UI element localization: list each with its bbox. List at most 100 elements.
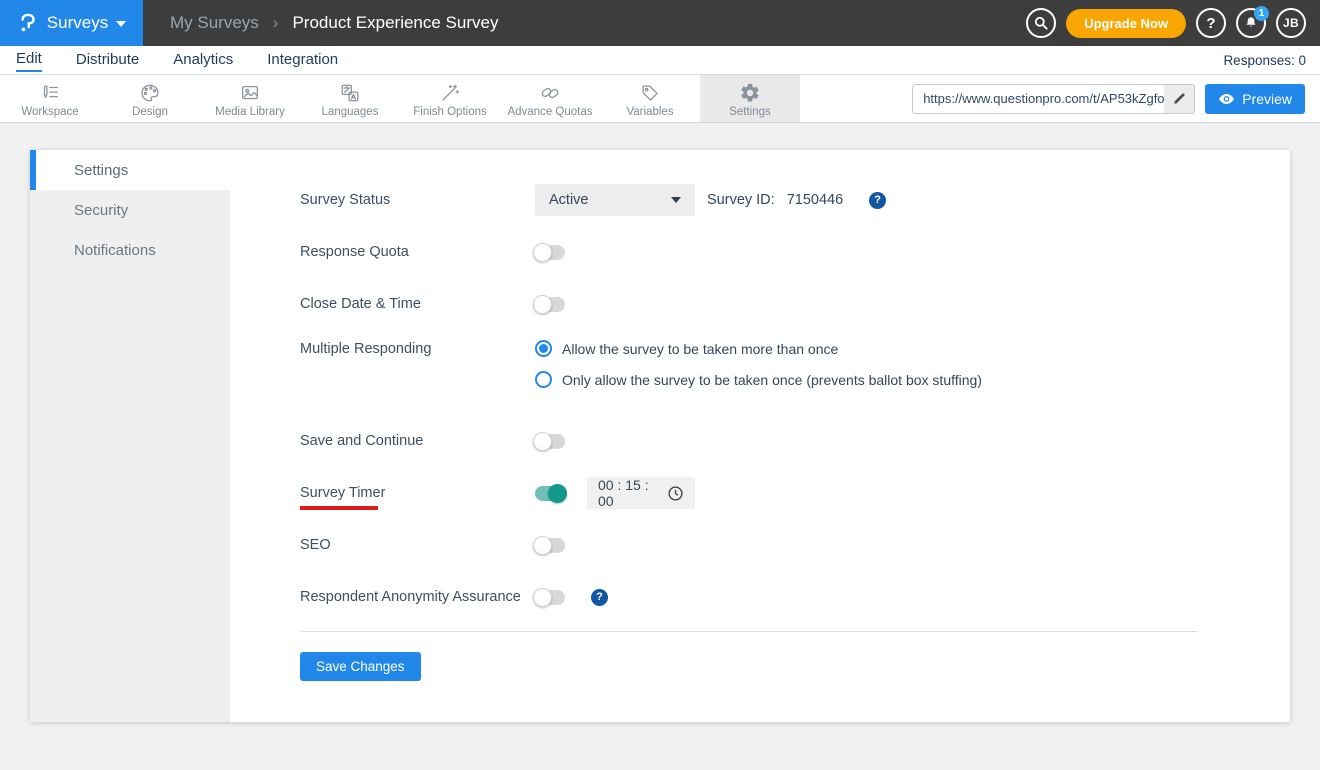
avatar-initials: JB xyxy=(1283,16,1299,30)
survey-status-label: Survey Status xyxy=(300,192,391,208)
settings-panel: Settings Security Notifications Survey S… xyxy=(30,150,1290,722)
pencil-icon xyxy=(1173,93,1185,104)
questionpro-logo-icon xyxy=(21,13,35,32)
edit-url-button[interactable] xyxy=(1164,84,1195,113)
toolbar-item-media-library[interactable]: Media Library xyxy=(200,75,300,122)
anonymity-toggle[interactable] xyxy=(533,587,565,607)
clock-icon xyxy=(668,485,683,501)
toolbar-item-label: Settings xyxy=(729,106,771,118)
toolbar-item-label: Media Library xyxy=(215,106,285,118)
seo-label: SEO xyxy=(300,537,331,553)
anonymity-help-icon[interactable]: ? xyxy=(591,588,608,606)
finish-options-icon xyxy=(442,84,460,101)
seo-row: SEO xyxy=(300,519,1290,571)
toolbar-item-label: Languages xyxy=(321,106,379,118)
upgrade-now-button[interactable]: Upgrade Now xyxy=(1066,8,1186,38)
sidebar-item-label: Settings xyxy=(74,161,129,179)
sidebar-item-label: Notifications xyxy=(74,241,156,259)
radio-selected-icon[interactable] xyxy=(535,340,552,357)
search-button[interactable] xyxy=(1026,8,1057,38)
chevron-down-icon xyxy=(671,197,681,203)
toolbar-item-workspace[interactable]: Workspace xyxy=(0,75,100,122)
sidebar-item-settings[interactable]: Settings xyxy=(30,150,230,190)
toolbar-item-variables[interactable]: Variables xyxy=(600,75,700,122)
survey-id-value: 7150446 xyxy=(786,192,844,208)
eye-icon xyxy=(1219,93,1235,104)
toggle-knob xyxy=(533,242,552,262)
toggle-knob xyxy=(548,483,567,503)
survey-status-row: Survey Status Active Survey ID: 7150446 … xyxy=(300,174,1290,226)
toggle-knob xyxy=(533,431,552,451)
survey-url-text[interactable]: https://www.questionpro.com/t/AP53kZgfo xyxy=(913,91,1164,106)
toolbar-item-finish-options[interactable]: Finish Options xyxy=(400,75,500,122)
response-quota-row: Response Quota xyxy=(300,226,1290,278)
seo-toggle[interactable] xyxy=(533,535,565,555)
toolbar-item-advance-quotas[interactable]: Advance Quotas xyxy=(500,75,600,122)
toolbar-right-group: https://www.questionpro.com/t/AP53kZgfo … xyxy=(912,75,1320,122)
save-continue-row: Save and Continue xyxy=(300,415,1290,467)
save-continue-toggle[interactable] xyxy=(533,431,565,451)
design-icon xyxy=(141,84,159,102)
survey-timer-label-text: Survey Timer xyxy=(300,485,386,501)
notifications-button[interactable]: 1 xyxy=(1236,6,1269,38)
survey-timer-value: 00 : 15 : 00 xyxy=(598,477,649,509)
preview-button-label: Preview xyxy=(1242,90,1292,107)
multiple-responding-label: Multiple Responding xyxy=(300,341,432,357)
save-changes-button[interactable]: Save Changes xyxy=(300,652,421,681)
radio-only-once[interactable]: Only allow the survey to be taken once (… xyxy=(535,371,982,388)
toolbar-item-label: Variables xyxy=(626,106,674,118)
settings-gear-icon xyxy=(741,83,759,102)
radio-unselected-icon[interactable] xyxy=(535,371,552,388)
anonymity-label: Respondent Anonymity Assurance xyxy=(300,589,521,605)
toolbar-item-design[interactable]: Design xyxy=(100,75,200,122)
settings-sidebar: Settings Security Notifications xyxy=(30,150,230,722)
tab-integration[interactable]: Integration xyxy=(267,49,338,71)
form-divider xyxy=(300,631,1198,632)
toolbar-item-languages[interactable]: Languages xyxy=(300,75,400,122)
close-date-label: Close Date & Time xyxy=(300,296,421,312)
preview-button[interactable]: Preview xyxy=(1205,83,1305,114)
user-avatar[interactable]: JB xyxy=(1276,8,1306,38)
product-switcher[interactable]: Surveys xyxy=(0,0,143,46)
tab-analytics[interactable]: Analytics xyxy=(173,49,233,71)
toolbar-item-label: Finish Options xyxy=(413,106,487,118)
help-button[interactable]: ? xyxy=(1196,8,1226,38)
breadcrumb-separator: › xyxy=(272,13,279,32)
breadcrumb-my-surveys[interactable]: My Surveys xyxy=(170,13,259,33)
workspace-icon xyxy=(43,85,58,99)
toolbar-item-label: Advance Quotas xyxy=(507,106,593,118)
advance-quotas-icon xyxy=(541,87,559,99)
tab-edit[interactable]: Edit xyxy=(16,48,42,72)
page-title: Product Experience Survey xyxy=(292,13,499,32)
survey-status-value: Active xyxy=(549,192,589,208)
multiple-responding-row: Multiple Responding Allow the survey to … xyxy=(300,330,1290,415)
response-quota-toggle[interactable] xyxy=(533,242,565,262)
survey-timer-label: Survey Timer xyxy=(300,485,535,510)
radio-label: Allow the survey to be taken more than o… xyxy=(562,340,839,357)
settings-form: Survey Status Active Survey ID: 7150446 … xyxy=(230,150,1290,722)
notification-badge: 1 xyxy=(1254,6,1269,21)
radio-allow-multiple[interactable]: Allow the survey to be taken more than o… xyxy=(535,340,982,357)
sidebar-item-security[interactable]: Security xyxy=(30,190,230,230)
search-icon xyxy=(1035,16,1048,30)
edit-toolbar: Workspace Design Media Library Languages xyxy=(0,75,1320,123)
survey-id-help-icon[interactable]: ? xyxy=(869,191,887,209)
anonymity-row: Respondent Anonymity Assurance ? xyxy=(300,571,1290,623)
sidebar-item-notifications[interactable]: Notifications xyxy=(30,230,230,270)
header-actions: Upgrade Now ? 1 JB xyxy=(1026,0,1320,46)
variables-icon xyxy=(642,85,658,101)
toolbar-item-settings[interactable]: Settings xyxy=(700,75,800,122)
responses-count: Responses: 0 xyxy=(1223,52,1306,68)
sidebar-item-label: Security xyxy=(74,201,129,219)
question-mark-icon: ? xyxy=(1206,14,1216,32)
breadcrumb: My Surveys › Product Experience Survey xyxy=(170,0,498,46)
survey-status-dropdown[interactable]: Active xyxy=(535,184,695,216)
survey-timer-toggle[interactable] xyxy=(535,483,567,503)
toggle-knob xyxy=(533,535,552,555)
toolbar-item-label: Workspace xyxy=(21,106,79,118)
survey-timer-input[interactable]: 00 : 15 : 00 xyxy=(587,477,695,509)
survey-timer-row: Survey Timer 00 : 15 : 00 xyxy=(300,467,1290,519)
tab-distribute[interactable]: Distribute xyxy=(76,49,139,71)
close-date-toggle[interactable] xyxy=(533,294,565,314)
survey-url-field[interactable]: https://www.questionpro.com/t/AP53kZgfo xyxy=(912,83,1196,114)
